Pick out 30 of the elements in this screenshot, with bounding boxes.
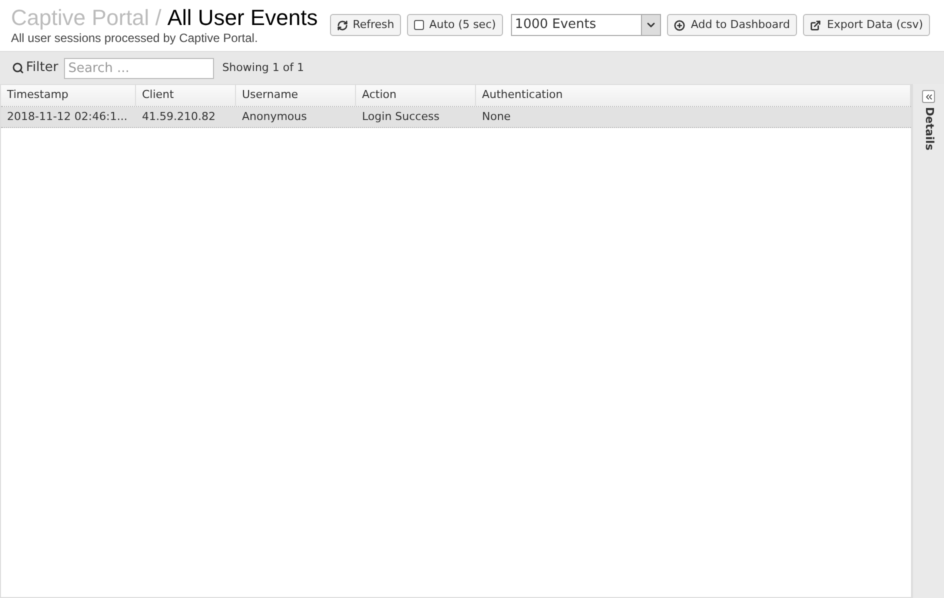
table-cell-text: Login Success bbox=[361, 108, 440, 125]
breadcrumb-separator: / bbox=[155, 4, 162, 32]
export-data-button[interactable]: Export Data (csv) bbox=[802, 14, 930, 36]
table-cell-text: None bbox=[481, 108, 512, 125]
column-header[interactable]: Authentication bbox=[476, 85, 911, 106]
search-field[interactable]: Search ... bbox=[64, 58, 214, 78]
row-count: Showing 1 of 1 bbox=[222, 60, 304, 76]
add-to-dashboard-button[interactable]: Add to Dashboard bbox=[666, 14, 797, 36]
table-row[interactable]: 2018-11-12 02:46:1... 41.59.210.82 Anonymous Login Success None bbox=[1, 107, 911, 128]
table-cell-text: 41.59.210.82 bbox=[141, 108, 216, 125]
chevrons-left-icon bbox=[924, 92, 934, 102]
event-limit-select[interactable]: 1000 Events bbox=[510, 14, 661, 36]
search-icon bbox=[12, 62, 24, 74]
page-title: All User Events bbox=[167, 4, 318, 32]
page-subtitle: All user sessions processed by Captive Portal. bbox=[11, 32, 259, 44]
details-tab[interactable]: Details bbox=[920, 107, 937, 150]
table-cell-text: 2018-11-12 02:46:1... bbox=[6, 108, 128, 125]
filter-label: Filter bbox=[26, 59, 58, 78]
plus-circle-icon bbox=[674, 20, 685, 30]
auto-refresh-toggle[interactable]: Auto (5 sec) bbox=[407, 14, 503, 36]
refresh-icon bbox=[336, 20, 348, 30]
column-header[interactable]: Client bbox=[136, 85, 236, 106]
table-cell-text: Anonymous bbox=[241, 108, 308, 125]
refresh-button[interactable]: Refresh bbox=[330, 14, 402, 36]
column-header[interactable]: Action bbox=[356, 85, 476, 106]
checkbox[interactable] bbox=[414, 20, 424, 30]
column-header[interactable]: Username bbox=[236, 85, 356, 106]
column-header[interactable]: Timestamp bbox=[1, 85, 136, 106]
collapse-button[interactable] bbox=[922, 90, 935, 103]
export-icon bbox=[810, 20, 821, 30]
